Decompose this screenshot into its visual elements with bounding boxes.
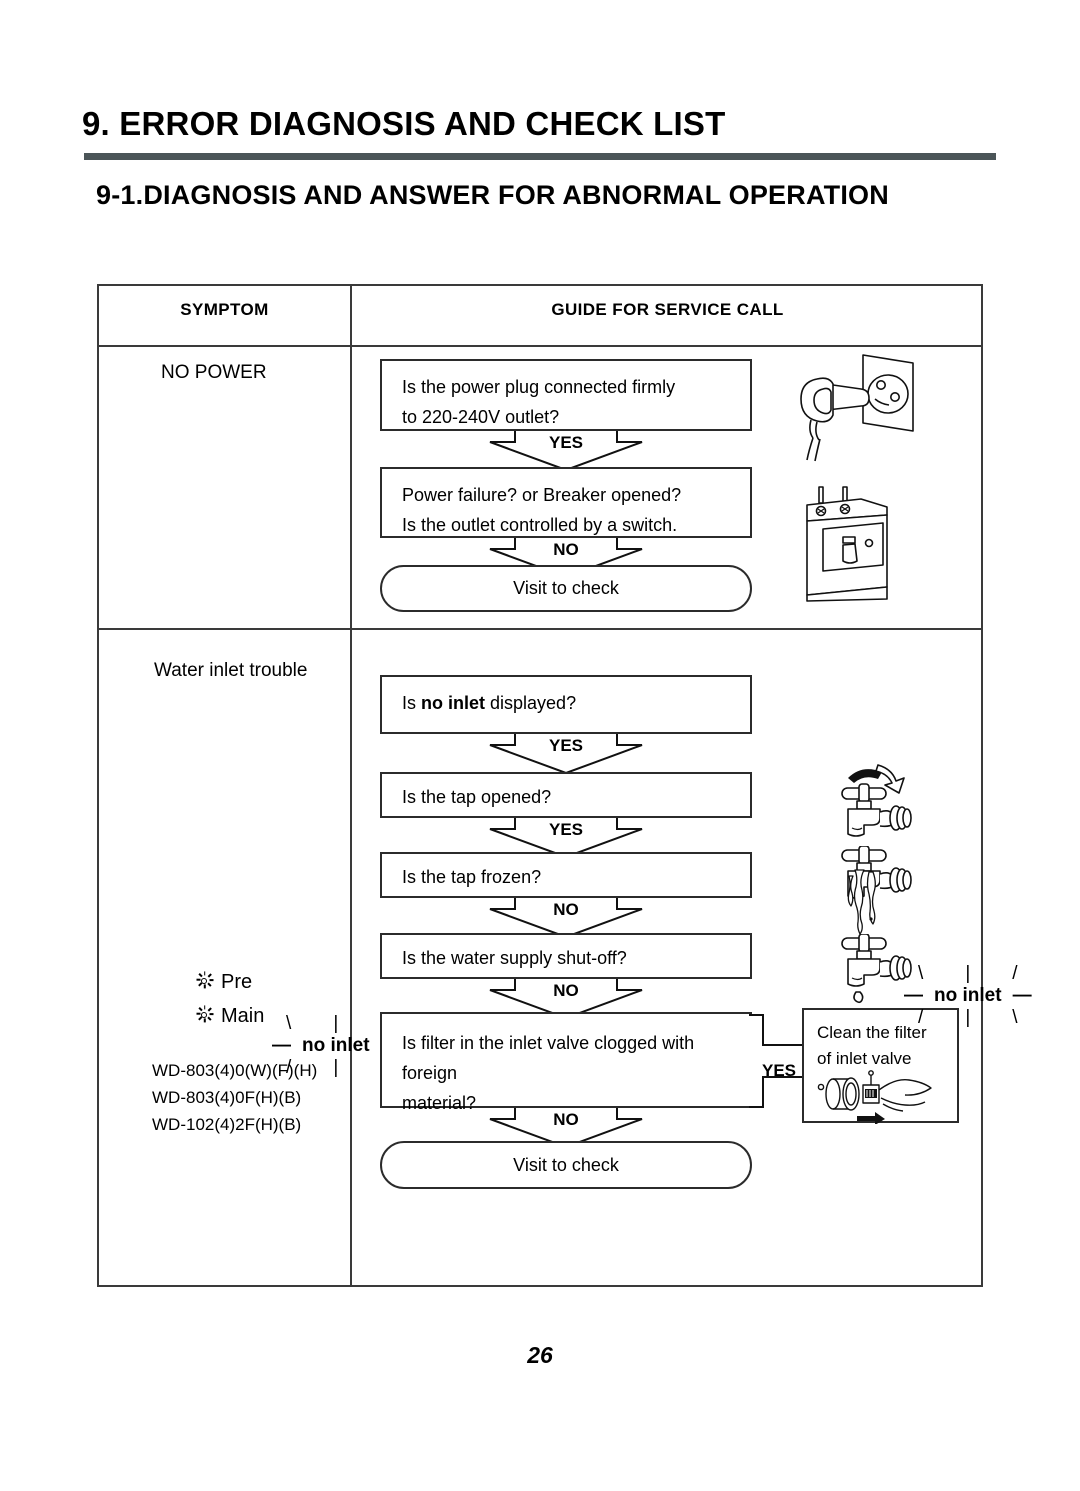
flow-step-power-failure-line2: Is the outlet controlled by a switch. (402, 515, 678, 535)
no-inlet-label: no inlet (302, 1035, 370, 1056)
connector-no-inlet-1: NO (487, 898, 645, 938)
title-underline-rule (84, 153, 996, 160)
flow-step-power-plug-line2: to 220-240V outlet? (402, 407, 560, 427)
tap-frozen-illustration (826, 845, 926, 943)
flow-step-no-inlet-displayed: Is no inlet displayed? (380, 675, 752, 734)
connector-yes-inlet-1: YES (487, 734, 645, 774)
table-row-divider (99, 628, 981, 630)
connector-yes-power-label: YES (548, 433, 584, 452)
power-plug-outlet-illustration (789, 353, 929, 468)
table-header-symptom: SYMPTOM (180, 300, 269, 319)
model-number-list: WD-803(4)0(W)(F)(H) WD-803(4)0F(H)(B) WD… (152, 1057, 317, 1138)
tap-open-illustration (826, 758, 926, 851)
tap-dripping-illustration (826, 933, 926, 1017)
flow-step-power-failure: Power failure? or Breaker opened? Is the… (380, 467, 752, 538)
flow-step-tap-opened: Is the tap opened? (380, 772, 752, 818)
flow-step-filter-clogged: Is filter in the inlet valve clogged wit… (380, 1012, 752, 1113)
connector-yes-power: YES (487, 431, 645, 471)
flow-terminal-visit-power-label: Visit to check (513, 578, 619, 598)
diagnosis-table: SYMPTOM GUIDE FOR SERVICE CALL NO POWER … (97, 284, 1032, 1287)
ray-top-mid: | (333, 1013, 339, 1034)
ray-bottom-right: \ (1012, 1007, 1018, 1028)
connector-no-inlet-2-label: NO (553, 981, 579, 1000)
connector-yes-inlet-1-label: YES (548, 736, 584, 755)
connector-yes-branch-filter-label: YES (761, 1061, 797, 1080)
flow-step-power-plug-line1: Is the power plug connected firmly (402, 377, 676, 397)
flow-text-prefix: Is (402, 693, 422, 713)
ray-bottom-mid: | (965, 1007, 971, 1028)
flow-step-water-supply-shutoff: Is the water supply shut-off? (380, 933, 752, 979)
flow-step-tap-frozen: Is the tap frozen? (380, 852, 752, 898)
flow-step-tap-opened-text: Is the tap opened? (402, 787, 552, 807)
lamp-blink-icon (196, 971, 213, 991)
ray-top-left: \ (286, 1013, 292, 1034)
flow-step-power-plug: Is the power plug connected firmly to 22… (380, 359, 752, 431)
ray-bottom-mid: | (333, 1057, 339, 1078)
connector-yes-inlet-2-label: YES (548, 820, 584, 839)
flow-terminal-visit-inlet: Visit to check (380, 1141, 752, 1189)
table-column-divider (350, 286, 352, 1285)
model-number: WD-803(4)0F(H)(B) (152, 1088, 302, 1107)
model-number: WD-803(4)0(W)(F)(H) (152, 1061, 318, 1080)
connector-no-inlet-1-label: NO (553, 900, 579, 919)
flow-step-tap-frozen-text: Is the tap frozen? (402, 867, 542, 887)
flow-terminal-visit-inlet-label: Visit to check (513, 1154, 619, 1175)
section-title: 9-1.DIAGNOSIS AND ANSWER FOR ABNORMAL OP… (96, 180, 889, 210)
lamp-blink-icon (196, 1005, 213, 1025)
lamp-label-main: Main (221, 1005, 265, 1027)
no-inlet-label: no inlet (934, 985, 1002, 1006)
table-header-guide: GUIDE FOR SERVICE CALL (551, 300, 784, 319)
flow-terminal-visit-power: Visit to check (380, 565, 752, 612)
symptom-no-power: NO POWER (161, 362, 267, 383)
lamp-label-pre: Pre (221, 971, 253, 993)
no-inlet-dash-left: — (272, 1035, 291, 1056)
circuit-breaker-illustration (799, 481, 909, 611)
model-number: WD-102(4)2F(H)(B) (152, 1115, 302, 1134)
chapter-title: 9. ERROR DIAGNOSIS AND CHECK LIST (82, 105, 726, 142)
connector-no-inlet-3-label: NO (553, 1110, 579, 1129)
ray-top-right: / (1012, 963, 1018, 984)
flow-step-power-failure-line1: Power failure? or Breaker opened? (402, 485, 682, 505)
flow-step-water-supply-shutoff-text: Is the water supply shut-off? (402, 948, 627, 968)
inlet-valve-filter-cleaning-illustration (811, 1068, 953, 1129)
flow-step-no-inlet-displayed-text: Is no inlet displayed? (402, 688, 750, 718)
table-header-divider (99, 345, 981, 347)
flow-step-filter-clogged-line1: Is filter in the inlet valve clogged wit… (402, 1033, 695, 1083)
lamp-legend: Pre Main (196, 965, 264, 1033)
symptom-water-inlet-trouble: Water inlet trouble (154, 660, 308, 681)
connector-no-power-label: NO (553, 540, 579, 559)
no-inlet-dash-right: — (1012, 985, 1032, 1006)
ray-top-mid: | (965, 963, 971, 984)
page-number: 26 (527, 1342, 553, 1368)
flow-text-bold: no inlet (421, 693, 486, 713)
lamp-row-pre: Pre (196, 965, 264, 999)
lamp-row-main: Main (196, 999, 264, 1033)
flow-text-suffix: displayed? (485, 693, 577, 713)
